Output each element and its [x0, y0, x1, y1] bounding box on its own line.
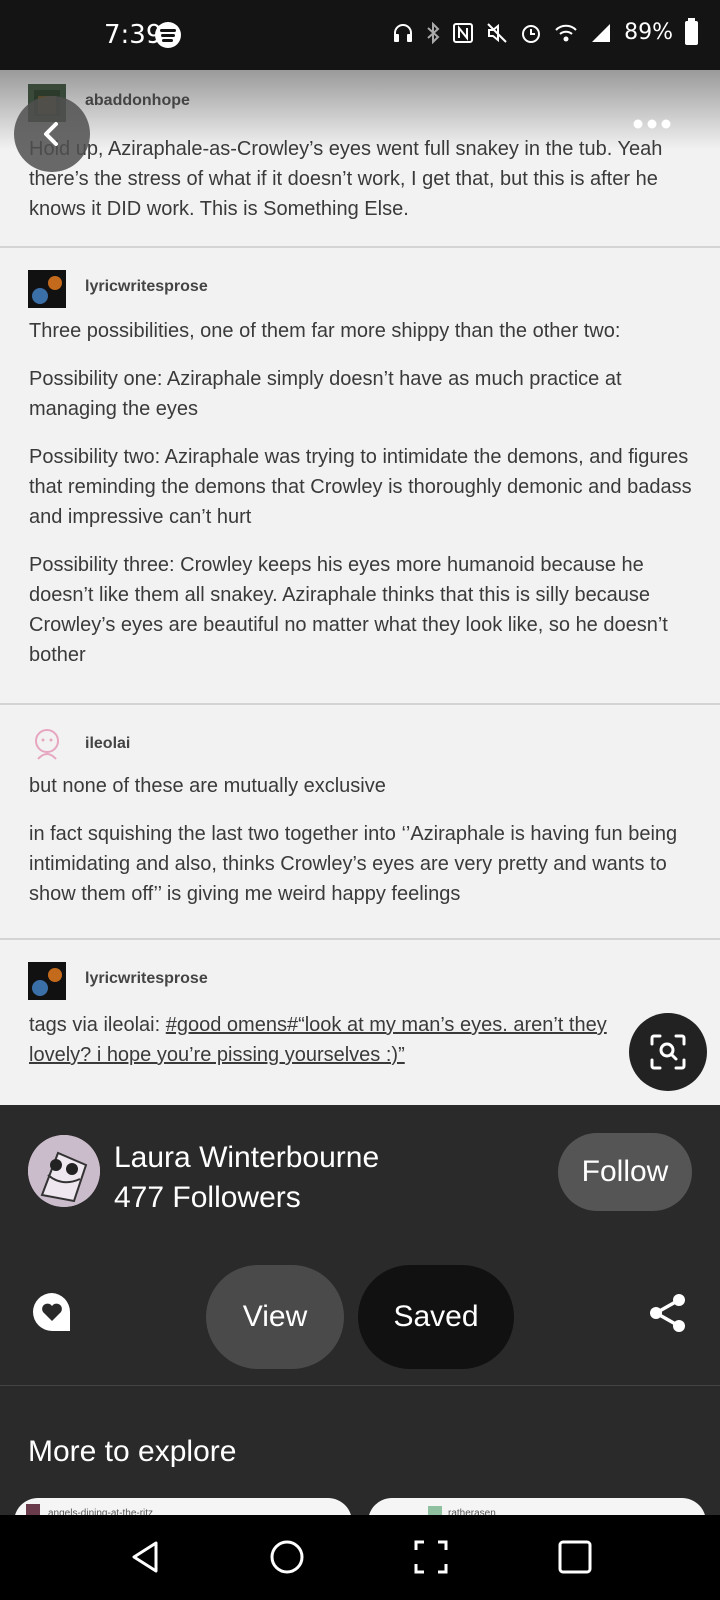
post-author: abaddonhope [85, 92, 190, 109]
post-paragraph: Possibility two: Aziraphale was trying t… [29, 446, 692, 528]
battery-icon [685, 17, 698, 45]
creator-avatar[interactable] [28, 1135, 100, 1207]
wifi-icon [555, 24, 577, 41]
mute-icon [487, 22, 507, 43]
saved-button[interactable]: Saved [358, 1265, 514, 1369]
post-text: Three possibilities, one of them far mor… [29, 316, 699, 688]
nav-back-icon[interactable] [126, 1537, 166, 1577]
creator-followers: 477 Followers [114, 1181, 301, 1214]
post-text: Hold up, Aziraphale-as-Crowley’s eyes we… [29, 134, 699, 242]
post-tags: tags via ileolai: #good omens#“look at m… [29, 1010, 629, 1070]
panel-divider [0, 1385, 720, 1386]
nfc-icon [453, 22, 474, 43]
post-text: but none of these are mutually exclusive… [29, 771, 699, 927]
more-options-button[interactable] [632, 108, 672, 130]
nav-screenshot-icon[interactable] [411, 1537, 451, 1577]
share-icon[interactable] [648, 1293, 688, 1333]
creator-name[interactable]: Laura Winterbourne [114, 1141, 379, 1175]
bluetooth-icon [427, 21, 440, 44]
system-nav-bar [0, 1515, 720, 1600]
post-block: lyricwritesprose Three possibilities, on… [0, 248, 720, 705]
post-author: ileolai [85, 735, 131, 752]
battery-percent: 89% [624, 20, 673, 45]
more-options-icon [633, 119, 671, 129]
spotify-icon [155, 22, 181, 48]
post-author: lyricwritesprose [85, 970, 208, 987]
post-block: lyricwritesprose tags via ileolai: #good… [0, 940, 720, 1105]
post-paragraph: Possibility one: Aziraphale simply doesn… [29, 368, 622, 420]
alarm-icon [522, 24, 541, 43]
author-avatar [28, 962, 66, 1000]
nav-recents-icon[interactable] [555, 1537, 595, 1577]
post-paragraph: Three possibilities, one of them far mor… [29, 320, 621, 342]
post-block: abaddonhope Hold up, Aziraphale-as-Crowl… [0, 70, 720, 248]
visual-search-icon [650, 1034, 686, 1070]
nav-home-icon[interactable] [267, 1537, 307, 1577]
pin-image[interactable]: abaddonhope Hold up, Aziraphale-as-Crowl… [0, 70, 720, 1105]
post-paragraph: in fact squishing the last two together … [29, 823, 678, 905]
status-icons: 89% [392, 17, 698, 45]
author-avatar [35, 729, 59, 760]
pin-details-panel: Laura Winterbourne 477 Followers Follow … [0, 1105, 720, 1538]
post-block: ileolai but none of these are mutually e… [0, 705, 720, 940]
post-author: lyricwritesprose [85, 278, 208, 295]
view-button[interactable]: View [206, 1265, 344, 1369]
follow-button[interactable]: Follow [558, 1133, 692, 1211]
visual-search-button[interactable] [629, 1013, 707, 1091]
status-time: 7:39 [104, 20, 163, 50]
signal-icon [592, 23, 611, 42]
creator-avatar-image [28, 1135, 100, 1207]
post-paragraph: Possibility three: Crowley keeps his eye… [29, 554, 668, 666]
headphones-icon [394, 23, 413, 42]
author-avatar [28, 270, 66, 308]
status-bar: 7:39 89% [0, 0, 720, 70]
tags-prefix: tags via ileolai: [29, 1014, 166, 1036]
comment-icon[interactable] [30, 1290, 74, 1334]
post-paragraph: Hold up, Aziraphale-as-Crowley’s eyes we… [29, 138, 663, 220]
post-paragraph: but none of these are mutually exclusive [29, 775, 386, 797]
more-to-explore-title: More to explore [28, 1435, 237, 1468]
back-arrow-icon [44, 122, 58, 146]
back-button[interactable] [14, 96, 90, 172]
